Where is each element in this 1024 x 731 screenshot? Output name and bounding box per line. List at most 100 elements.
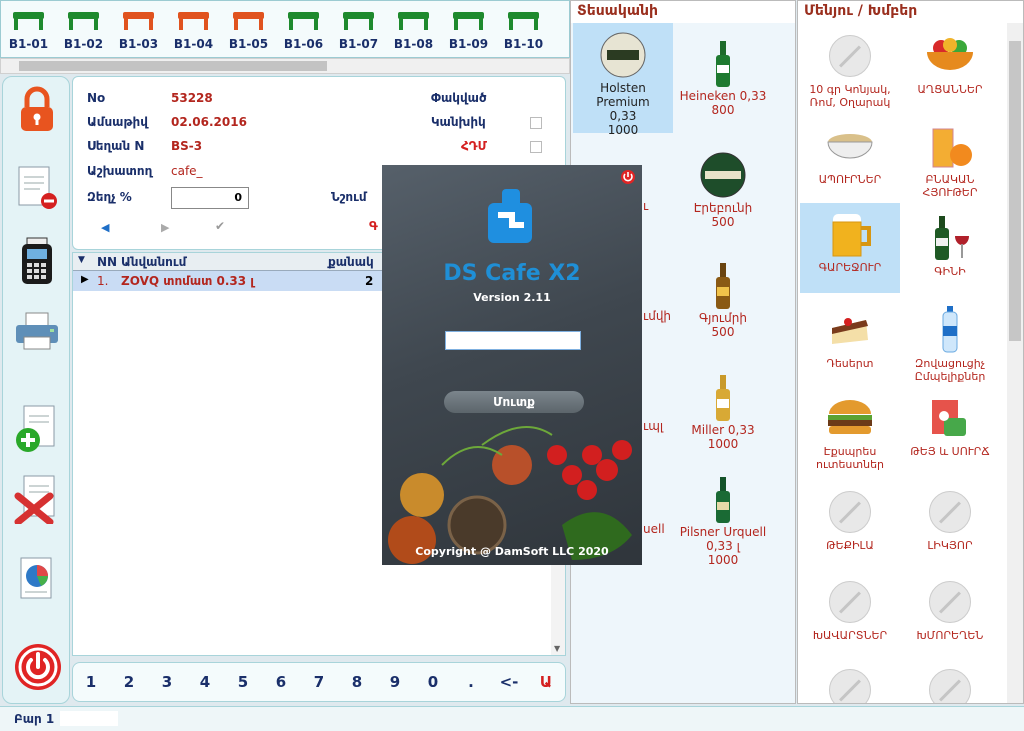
menu-dessert[interactable]: Դեսերտ (800, 299, 900, 391)
table-label: B1-08 (393, 37, 434, 51)
lock-button[interactable] (13, 85, 61, 133)
table-B1-07[interactable]: B1-07 (331, 1, 386, 57)
table-label: B1-02 (63, 37, 104, 51)
worker-label: Աշխատող (87, 164, 153, 178)
no-image-icon (929, 581, 971, 623)
product-erebuni[interactable]: Էրեբունի 500 (673, 143, 773, 253)
menu-item-more[interactable] (800, 659, 900, 703)
product-pilsner[interactable]: Pilsner Urquell 0,33 լ 1000 (673, 467, 773, 577)
product-holsten[interactable]: Holsten Premium 0,33 1000 (573, 23, 673, 137)
key-8[interactable]: 8 (339, 673, 375, 691)
bottle-icon (699, 261, 747, 309)
menu-tea-coffee[interactable]: ԹԵՅ և ՍՈՒՐՃ (900, 387, 1000, 479)
menu-soft-drinks[interactable]: Զովացուցիչ Ըմպելիքներ (900, 299, 1000, 391)
table-label: B1-09 (448, 37, 489, 51)
product-name: Heineken 0,33 (679, 89, 767, 103)
menu-item-more[interactable] (900, 659, 1000, 703)
menu-fast-food[interactable]: Էքսպրես ուտեստներ (800, 387, 900, 479)
scroll-thumb[interactable] (19, 61, 327, 71)
scroll-thumb[interactable] (1009, 41, 1021, 341)
key-7[interactable]: 7 (301, 673, 337, 691)
table-strip: B1-01 B1-02 B1-03 B1-04 B1-05 B1-06 B1-0… (0, 0, 570, 58)
key-0[interactable]: 0 (415, 673, 451, 691)
row-qty: 2 (365, 274, 374, 288)
menu-label: ԱՂՑԱՆՆԵՐ (917, 83, 983, 96)
check-icon[interactable]: ✔ (215, 219, 225, 233)
table-B1-05[interactable]: B1-05 (221, 1, 276, 57)
key-3[interactable]: 3 (149, 673, 185, 691)
key-1[interactable]: 1 (73, 673, 109, 691)
key-5[interactable]: 5 (225, 673, 261, 691)
table-row[interactable]: ▶ 1. ZOVQ տոմատ 0.33 լ 2 (73, 271, 383, 291)
menu-label: Զովացուցիչ Ըմպելիքներ (914, 357, 986, 383)
product-miller[interactable]: Miller 0,33 1000 (673, 365, 773, 475)
ds-cafe-logo-icon (488, 189, 532, 243)
table-B1-06[interactable]: B1-06 (276, 1, 331, 57)
no-image-icon (829, 35, 871, 77)
menu-snacks[interactable]: ԽԱՎԱՐՏՆԵՐ (800, 571, 900, 663)
row-nn: 1. (97, 274, 109, 288)
order-no-label: No (87, 91, 106, 105)
product-heineken[interactable]: Heineken 0,33 800 (673, 31, 773, 141)
soup-bowl-icon (825, 121, 875, 171)
menu-wine[interactable]: ԳԻՆԻ (900, 207, 1000, 299)
menu-cognac[interactable]: 10 գր Կոնյակ, Ռոմ, Օղարակ (800, 25, 900, 117)
menu-label: 10 գր Կոնյակ, Ռոմ, Օղարակ (809, 83, 891, 109)
next-arrow-icon[interactable]: ▶ (161, 221, 169, 234)
beer-mug-icon (825, 209, 875, 259)
menu-groups-pane: Մենյու / Խմբեր 10 գր Կոնյակ, Ռոմ, Օղարակ… (797, 0, 1024, 704)
menu-scrollbar[interactable] (1007, 23, 1023, 703)
product-name: Գյումրի (699, 311, 747, 325)
no-image-icon (829, 581, 871, 623)
product-volume: 0,33 լ (706, 539, 740, 553)
discount-input[interactable]: 0 (171, 187, 249, 209)
table-B1-01[interactable]: B1-01 (1, 1, 56, 57)
menu-pastry[interactable]: ԽՄՈՐԵՂԵՆ (900, 571, 1000, 663)
extra-label: Գ (369, 219, 378, 233)
menu-beer[interactable]: ԳԱՐԵՋՈՒՐ (800, 203, 900, 293)
hdm-checkbox[interactable] (530, 141, 542, 153)
product-price: 500 (711, 325, 735, 339)
menu-tequila[interactable]: ԹԵՔԻԼԱ (800, 481, 900, 573)
table-label: B1-03 (118, 37, 159, 51)
key-6[interactable]: 6 (263, 673, 299, 691)
close-power-icon[interactable] (620, 169, 636, 185)
menu-header: Մենյու / Խմբեր (798, 1, 1023, 23)
print-button[interactable] (13, 307, 61, 355)
bottle-icon (699, 39, 747, 87)
printer-icon (16, 312, 58, 350)
key-dot[interactable]: . (453, 673, 489, 691)
key-4[interactable]: 4 (187, 673, 223, 691)
cash-checkbox[interactable] (530, 117, 542, 129)
login-button[interactable]: Մուտք (444, 391, 584, 413)
table-B1-09[interactable]: B1-09 (441, 1, 496, 57)
table-B1-03[interactable]: B1-03 (111, 1, 166, 57)
delete-item-button[interactable] (13, 475, 61, 524)
key-2[interactable]: 2 (111, 673, 147, 691)
add-item-button[interactable] (13, 405, 61, 453)
hdm-label: ՀԴՄ (461, 139, 487, 153)
menu-liqueur[interactable]: ԼԻԿՅՈՐ (900, 481, 1000, 573)
power-button[interactable] (13, 643, 61, 691)
remove-document-button[interactable] (13, 163, 61, 211)
table-B1-02[interactable]: B1-02 (56, 1, 111, 57)
menu-salads[interactable]: ԱՂՑԱՆՆԵՐ (900, 25, 1000, 117)
key-9[interactable]: 9 (377, 673, 413, 691)
pos-terminal-button[interactable] (13, 237, 61, 285)
password-input[interactable] (445, 331, 581, 350)
table-B1-08[interactable]: B1-08 (386, 1, 441, 57)
key-backspace[interactable]: <- (491, 673, 527, 691)
scroll-down-icon[interactable]: ▼ (554, 644, 560, 653)
menu-juices[interactable]: ԲՆԱԿԱՆ ՀՅՈՒԹԵՐ (900, 115, 1000, 207)
tables-scrollbar[interactable] (0, 58, 570, 74)
menu-label: Դեսերտ (826, 357, 874, 370)
report-button[interactable] (13, 555, 61, 603)
menu-soups[interactable]: ԱՊՈՒՐՆԵՐ (800, 115, 900, 207)
product-gyumri[interactable]: Գյումրի 500 (673, 253, 773, 363)
table-B1-10[interactable]: B1-10 (496, 1, 551, 57)
prev-arrow-icon[interactable]: ◀ (101, 221, 109, 234)
key-letter-toggle[interactable]: Ա (528, 673, 564, 691)
table-B1-04[interactable]: B1-04 (166, 1, 221, 57)
status-bar: Բար 1 (0, 706, 1024, 731)
pos-terminal-icon (22, 237, 52, 284)
